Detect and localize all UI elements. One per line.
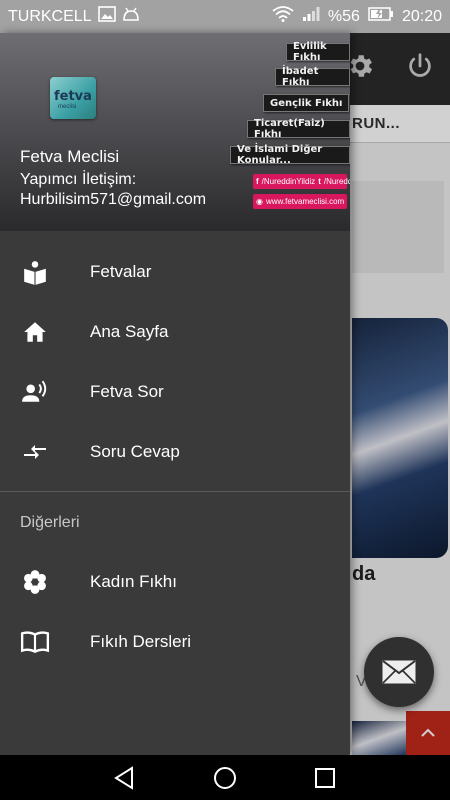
mail-fab-button[interactable]	[364, 637, 434, 707]
mail-icon	[382, 660, 416, 684]
menu-item-kadin-fikhi[interactable]: Kadın Fıkhı	[0, 552, 350, 612]
back-icon[interactable]	[112, 765, 138, 791]
menu-item-label: Kadın Fıkhı	[90, 572, 177, 591]
menu-item-label: Soru Cevap	[90, 442, 180, 461]
wifi-icon	[272, 6, 294, 27]
flower-icon	[20, 567, 50, 597]
compare-arrows-icon	[20, 437, 50, 467]
globe-icon: ◉	[256, 197, 263, 206]
menu-item-label: Fıkıh Dersleri	[90, 632, 192, 651]
website-url: www.fetvameclisi.com	[265, 197, 345, 206]
reader-icon	[20, 257, 50, 287]
contact-email: Hurbilisim571@gmail.com	[20, 191, 207, 208]
topic-tag: Ve İslami Diğer Konular...	[230, 144, 350, 166]
contact-label: Yapımcı İletişim:	[20, 171, 137, 188]
drawer-title: Fetva Meclisi	[20, 147, 120, 166]
twitter-icon: t	[318, 177, 321, 186]
battery-percent: %56	[327, 7, 360, 25]
battery-icon	[368, 7, 394, 26]
carrier-name: TURKCELL	[8, 7, 92, 25]
section-header-digerleri: Diğerleri	[20, 514, 80, 531]
app-logo: fetva meclisi	[50, 77, 96, 119]
clock: 20:20	[401, 7, 442, 25]
website-banner: ◉ www.fetvameclisi.com	[253, 194, 347, 209]
menu-item-fetvalar[interactable]: Fetvalar	[0, 242, 350, 302]
voice-person-icon	[20, 377, 50, 407]
system-navigation-bar	[0, 755, 450, 800]
navigation-drawer: fetva meclisi Fetva Meclisi Yapımcı İlet…	[0, 33, 350, 755]
menu-item-label: Fetva Sor	[90, 382, 164, 401]
android-icon	[122, 7, 140, 26]
book-icon	[20, 627, 50, 657]
menu-item-fetva-sor[interactable]: Fetva Sor	[0, 362, 350, 422]
topic-tag: İbadet Fıkhı	[275, 66, 350, 88]
status-bar: TURKCELL %56 20:20	[0, 0, 450, 33]
facebook-handle: /NureddinYildiz	[261, 177, 316, 186]
recent-apps-icon[interactable]	[312, 765, 338, 791]
menu-item-soru-cevap[interactable]: Soru Cevap	[0, 422, 350, 482]
topic-tag: Ticaret(Faiz) Fıkhı	[247, 118, 350, 140]
image-notification-icon	[97, 6, 116, 27]
topic-tag: Gençlik Fıkhı	[263, 94, 350, 112]
twitter-handle: /NureddinYildiz	[323, 177, 350, 186]
drawer-header: fetva meclisi Fetva Meclisi Yapımcı İlet…	[0, 33, 350, 231]
menu-item-fikih-dersleri[interactable]: Fıkıh Dersleri	[0, 612, 350, 672]
menu-divider	[0, 491, 350, 492]
menu-item-ana-sayfa[interactable]: Ana Sayfa	[0, 302, 350, 362]
social-links-banner: f /NureddinYildiz t /NureddinYildiz	[253, 174, 350, 189]
menu-item-label: Ana Sayfa	[90, 322, 169, 341]
facebook-icon: f	[256, 177, 259, 186]
home-icon	[20, 317, 50, 347]
signal-icon	[302, 6, 320, 27]
topic-tag: Evlilik Fıkhı	[286, 41, 350, 63]
home-button-icon[interactable]	[212, 765, 238, 791]
menu-item-label: Fetvalar	[90, 262, 152, 281]
